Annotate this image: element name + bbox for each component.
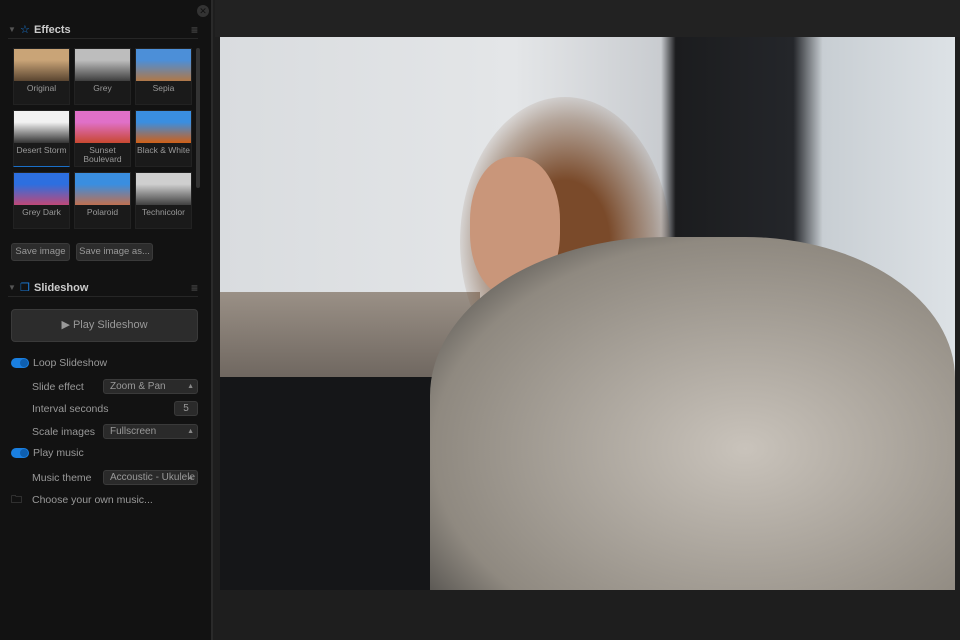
- effects-grid: Original Grey Sepia Desert Storm Sunset Boul…: [13, 48, 193, 229]
- slide-effect-value: Zoom & Pan: [110, 381, 166, 392]
- sidebar: ✕ ▼ ☆ Effects ≡ Original Grey Sepia Desert …: [0, 0, 213, 640]
- menu-icon[interactable]: ≡: [191, 281, 198, 295]
- slide-effect-label: Slide effect: [32, 381, 84, 393]
- effect-tile[interactable]: Polaroid: [74, 172, 131, 229]
- effect-tile[interactable]: Black & White: [135, 110, 192, 167]
- slideshow-header[interactable]: ▼ ❐ Slideshow ≡: [8, 279, 198, 297]
- effect-label: Technicolor: [142, 207, 185, 217]
- effect-label: Grey: [93, 83, 112, 93]
- effect-label: Desert Storm: [16, 145, 67, 155]
- stepper-arrows-icon: ▲▼: [187, 428, 194, 435]
- interval-input[interactable]: 5: [174, 401, 198, 416]
- collapse-triangle-icon[interactable]: ▼: [8, 25, 20, 34]
- effect-thumbnail: [136, 173, 191, 205]
- folder-icon: 🗀: [11, 493, 22, 506]
- effect-label: Black & White: [137, 145, 190, 155]
- scale-label: Scale images: [32, 426, 96, 438]
- slide-effect-select[interactable]: Zoom & Pan ▲▼: [103, 379, 198, 394]
- effects-header[interactable]: ▼ ☆ Effects ≡: [8, 21, 198, 39]
- effect-thumbnail: [136, 111, 191, 143]
- loop-label: Loop Slideshow: [33, 357, 108, 369]
- collapse-triangle-icon[interactable]: ▼: [8, 283, 20, 292]
- effect-label: Original: [26, 83, 57, 93]
- effect-tile[interactable]: Grey Dark: [13, 172, 70, 229]
- scale-value: Fullscreen: [110, 426, 157, 437]
- effect-label: Sepia: [152, 83, 175, 93]
- save-image-as-button[interactable]: Save image as...: [76, 243, 153, 261]
- effect-thumbnail: [14, 49, 69, 81]
- choose-music-link[interactable]: 🗀 Choose your own music...: [11, 492, 153, 508]
- effect-tile[interactable]: Sepia: [135, 48, 192, 105]
- stepper-arrows-icon: ▲▼: [187, 383, 194, 390]
- effect-tile[interactable]: Grey: [74, 48, 131, 105]
- interval-label: Interval seconds: [32, 403, 109, 415]
- effect-label: Grey Dark: [22, 207, 61, 217]
- main-photo: [220, 37, 955, 590]
- slideshow-title: Slideshow: [34, 281, 89, 294]
- effect-tile[interactable]: Original: [13, 48, 70, 105]
- effect-thumbnail: [136, 49, 191, 81]
- close-icon[interactable]: ✕: [197, 5, 209, 17]
- menu-icon[interactable]: ≡: [191, 23, 198, 37]
- music-theme-select[interactable]: Accoustic - Ukulele▲▼: [103, 470, 198, 485]
- effect-tile[interactable]: Desert Storm: [13, 110, 70, 167]
- effect-thumbnail: [14, 173, 69, 205]
- effect-label: Polaroid: [86, 207, 119, 217]
- play-slideshow-button[interactable]: ▶ Play Slideshow: [11, 309, 198, 342]
- effect-label: Sunset Boulevard: [83, 145, 122, 164]
- music-theme-label: Music theme: [32, 472, 92, 484]
- top-bar: [215, 0, 960, 37]
- slideshow-icon: ❐: [20, 282, 30, 294]
- effects-title: Effects: [34, 23, 71, 36]
- effect-thumbnail: [75, 111, 130, 143]
- loop-toggle[interactable]: [11, 358, 29, 368]
- stepper-arrows-icon: ▲▼: [187, 474, 194, 481]
- music-theme-value: Accoustic - Ukulele: [110, 472, 196, 483]
- play-slideshow-label: Play Slideshow: [72, 319, 148, 331]
- play-music-toggle[interactable]: [11, 448, 29, 458]
- effect-thumbnail: [75, 173, 130, 205]
- star-icon: ☆: [20, 24, 30, 36]
- effect-tile[interactable]: Technicolor: [135, 172, 192, 229]
- choose-music-label: Choose your own music...: [32, 494, 153, 506]
- scrollbar[interactable]: [196, 48, 200, 188]
- scale-select[interactable]: Fullscreen ▲▼: [103, 424, 198, 439]
- save-image-button[interactable]: Save image: [11, 243, 70, 261]
- play-icon: ▶: [61, 319, 73, 331]
- effect-tile[interactable]: Sunset Boulevard: [74, 110, 131, 167]
- effect-thumbnail: [14, 111, 69, 143]
- play-music-label: Play music: [33, 447, 84, 459]
- effect-thumbnail: [75, 49, 130, 81]
